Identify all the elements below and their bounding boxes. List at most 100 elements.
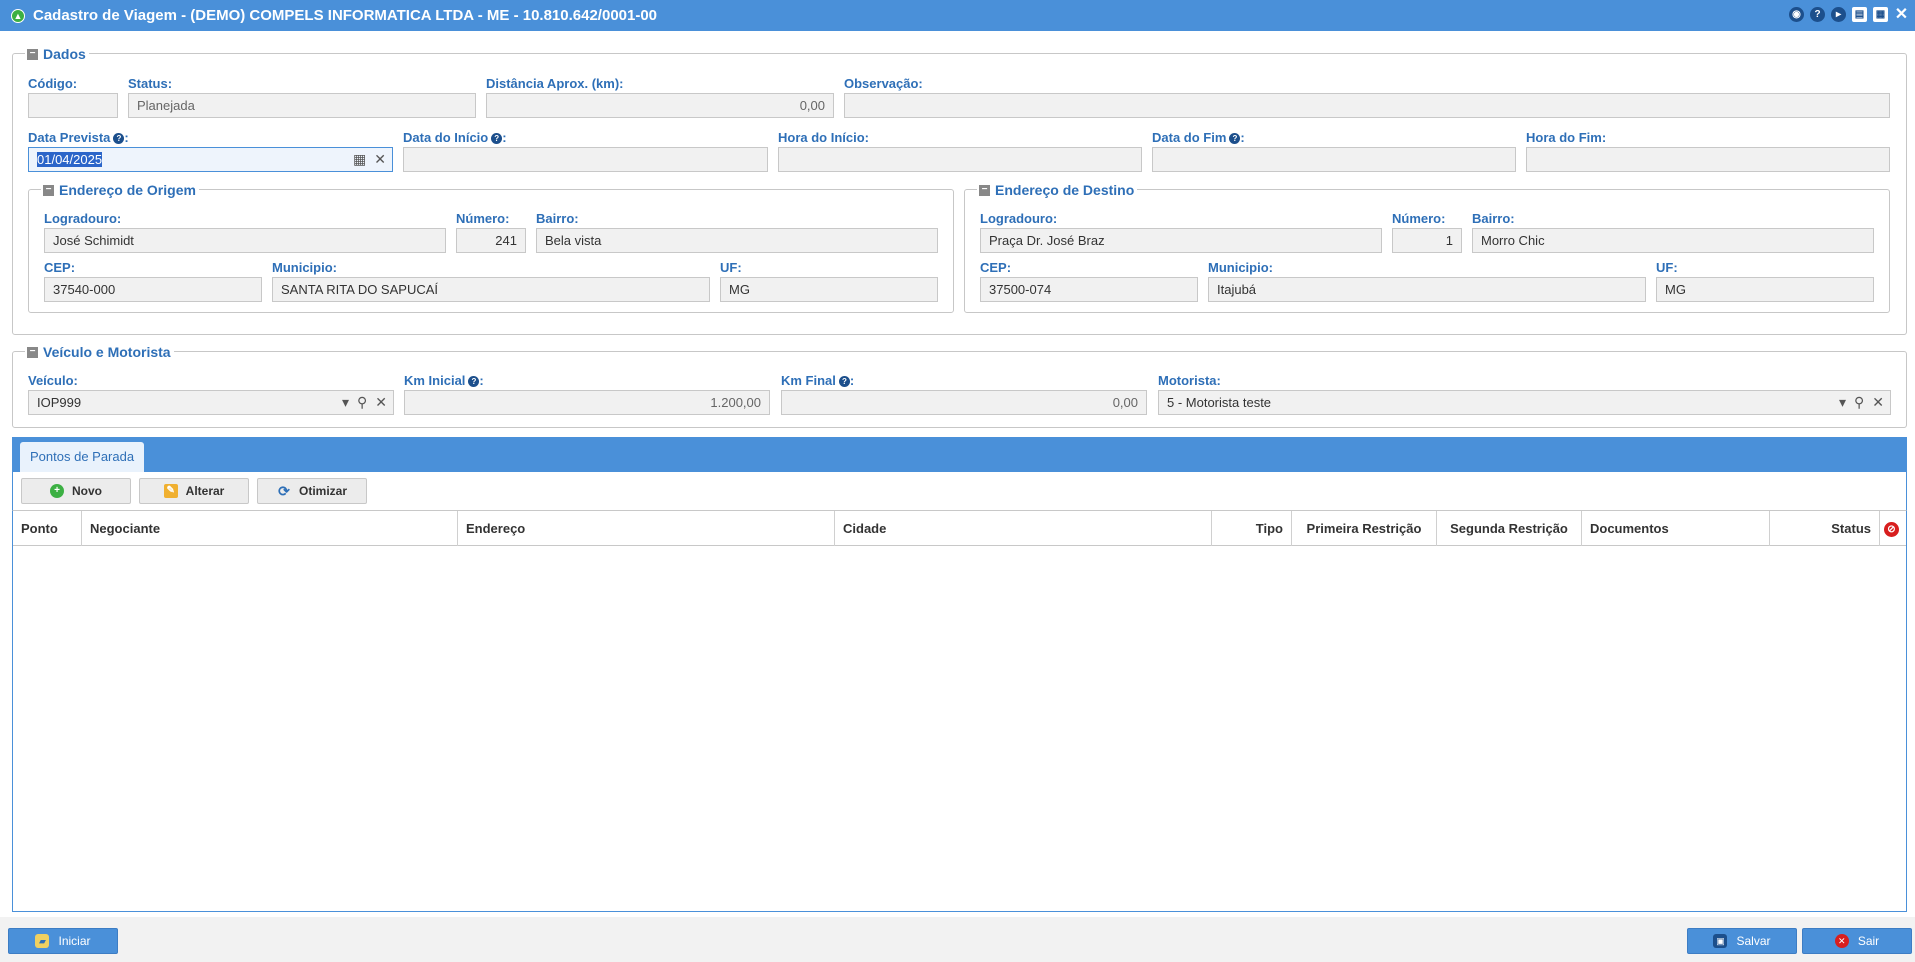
col-segunda-restricao[interactable]: Segunda Restrição — [1437, 511, 1582, 546]
km-inicial-field[interactable]: 1.200,00 — [404, 390, 770, 415]
play-icon[interactable]: ▸ — [1831, 7, 1846, 22]
sair-button[interactable]: ✕ Sair — [1802, 928, 1912, 954]
km-final-field[interactable]: 0,00 — [781, 390, 1147, 415]
motorista-label: Motorista: — [1158, 373, 1221, 388]
data-prevista-value: 01/04/2025 — [37, 152, 103, 167]
col-cidade[interactable]: Cidade — [835, 511, 1212, 546]
veiculo-value: IOP999 — [37, 395, 82, 410]
origem-cep-label: CEP: — [44, 260, 76, 275]
help-icon[interactable]: ? — [491, 133, 503, 144]
destino-logradouro-label: Logradouro: — [980, 211, 1058, 226]
data-fim-field[interactable] — [1152, 147, 1516, 172]
pontos-toolbar: + Novo ✎ Alterar ⟳ Otimizar — [12, 472, 1907, 510]
origem-bairro-field[interactable]: Bela vista — [536, 228, 938, 253]
data-inicio-field[interactable] — [403, 147, 768, 172]
data-inicio-label: Data do Início?: — [403, 130, 507, 145]
distancia-field[interactable]: 0,00 — [486, 93, 834, 118]
tab-pontos-de-parada[interactable]: Pontos de Parada — [20, 442, 145, 472]
destino-uf-field[interactable]: MG — [1656, 277, 1874, 302]
calendar-icon[interactable]: ▦ — [353, 148, 366, 171]
collapse-icon[interactable]: − — [979, 184, 990, 196]
status-label: Status: — [128, 76, 173, 91]
col-documentos[interactable]: Documentos — [1582, 511, 1770, 546]
dados-legend[interactable]: − Dados — [25, 46, 89, 62]
destino-bairro-field[interactable]: Morro Chic — [1472, 228, 1874, 253]
observacao-field[interactable] — [844, 93, 1890, 118]
motorista-select[interactable]: 5 - Motorista teste ▾ ⚲ ✕ — [1158, 390, 1891, 415]
hora-inicio-field[interactable] — [778, 147, 1142, 172]
window-titlebar: ▲ Cadastro de Viagem - (DEMO) COMPELS IN… — [0, 0, 1915, 31]
refresh-icon: ⟳ — [278, 483, 290, 499]
destino-cep-label: CEP: — [980, 260, 1012, 275]
pontos-grid: Ponto Negociante Endereço Cidade Tipo Pr… — [12, 510, 1907, 912]
edit-icon: ✎ — [163, 484, 178, 498]
help-icon[interactable]: ? — [838, 376, 850, 387]
chevron-down-icon[interactable]: ▾ — [342, 391, 349, 414]
origem-legend[interactable]: − Endereço de Origem — [41, 182, 199, 198]
col-actions: ⊘ — [1880, 511, 1906, 546]
window-title: Cadastro de Viagem - (DEMO) COMPELS INFO… — [33, 7, 658, 24]
destino-logradouro-field[interactable]: Praça Dr. José Braz — [980, 228, 1382, 253]
distancia-label: Distância Aprox. (km): — [486, 76, 624, 91]
collapse-icon[interactable]: − — [27, 48, 38, 60]
search-icon[interactable]: ⚲ — [1854, 391, 1864, 414]
salvar-button[interactable]: ▣ Salvar — [1687, 928, 1797, 954]
close-icon[interactable]: ✕ — [1894, 7, 1909, 23]
destino-municipio-field[interactable]: Itajubá — [1208, 277, 1646, 302]
no-entry-icon[interactable]: ⊘ — [1884, 522, 1899, 538]
col-negociante[interactable]: Negociante — [82, 511, 458, 546]
origem-numero-field[interactable]: 241 — [456, 228, 526, 253]
destino-numero-field[interactable]: 1 — [1392, 228, 1462, 253]
truck-icon: ▰ — [35, 934, 50, 948]
search-icon[interactable]: ⚲ — [357, 391, 367, 414]
clear-icon[interactable]: ✕ — [374, 148, 386, 171]
destino-legend[interactable]: − Endereço de Destino — [977, 182, 1138, 198]
destino-uf-label: UF: — [1656, 260, 1678, 275]
col-ponto[interactable]: Ponto — [13, 511, 82, 546]
help-icon[interactable]: ? — [468, 376, 480, 387]
eye-icon[interactable]: ◉ — [1789, 7, 1804, 22]
veiculo-select[interactable]: IOP999 ▾ ⚲ ✕ — [28, 390, 394, 415]
destino-cep-field[interactable]: 37500-074 — [980, 277, 1198, 302]
print-icon[interactable]: ▤ — [1852, 7, 1867, 22]
destino-numero-label: Número: — [1392, 211, 1446, 226]
hora-fim-field[interactable] — [1526, 147, 1890, 172]
collapse-icon[interactable]: − — [43, 184, 54, 196]
col-tipo[interactable]: Tipo — [1212, 511, 1292, 546]
app-icon: ▲ — [11, 8, 25, 23]
codigo-field[interactable] — [28, 93, 118, 118]
footer-bar: ▰ Iniciar ▣ Salvar ✕ Sair — [0, 917, 1915, 962]
origem-logradouro-label: Logradouro: — [44, 211, 122, 226]
destino-municipio-label: Municipio: — [1208, 260, 1273, 275]
km-inicial-label: Km Inicial?: — [404, 373, 484, 388]
origem-logradouro-field[interactable]: José Schimidt — [44, 228, 446, 253]
chevron-down-icon[interactable]: ▾ — [1839, 391, 1846, 414]
alterar-button[interactable]: ✎ Alterar — [139, 478, 249, 504]
help-icon[interactable]: ? — [113, 133, 125, 144]
origem-municipio-field[interactable]: SANTA RITA DO SAPUCAÍ — [272, 277, 710, 302]
col-status[interactable]: Status — [1770, 511, 1880, 546]
origem-bairro-label: Bairro: — [536, 211, 579, 226]
clear-icon[interactable]: ✕ — [1872, 391, 1884, 414]
novo-button[interactable]: + Novo — [21, 478, 131, 504]
help-icon[interactable]: ? — [1229, 133, 1241, 144]
status-field[interactable]: Planejada — [128, 93, 476, 118]
collapse-icon[interactable]: − — [27, 346, 38, 358]
add-icon: + — [50, 484, 64, 498]
origem-cep-field[interactable]: 37540-000 — [44, 277, 262, 302]
origem-uf-field[interactable]: MG — [720, 277, 938, 302]
otimizar-button[interactable]: ⟳ Otimizar — [257, 478, 367, 504]
origem-uf-label: UF: — [720, 260, 742, 275]
titlebar-icons: ◉ ? ▸ ▤ ▦ ✕ — [1789, 7, 1909, 23]
col-primeira-restricao[interactable]: Primeira Restrição — [1292, 511, 1437, 546]
iniciar-button[interactable]: ▰ Iniciar — [8, 928, 118, 954]
data-fim-label: Data do Fim?: — [1152, 130, 1245, 145]
hora-inicio-label: Hora do Início: — [778, 130, 869, 145]
clear-icon[interactable]: ✕ — [375, 391, 387, 414]
veiculo-motorista-legend[interactable]: − Veículo e Motorista — [25, 344, 174, 360]
destino-bairro-label: Bairro: — [1472, 211, 1515, 226]
data-prevista-field[interactable]: 01/04/2025 ▦ ✕ — [28, 147, 393, 172]
help-icon[interactable]: ? — [1810, 7, 1825, 22]
col-endereco[interactable]: Endereço — [458, 511, 835, 546]
calendar-icon[interactable]: ▦ — [1873, 7, 1888, 22]
